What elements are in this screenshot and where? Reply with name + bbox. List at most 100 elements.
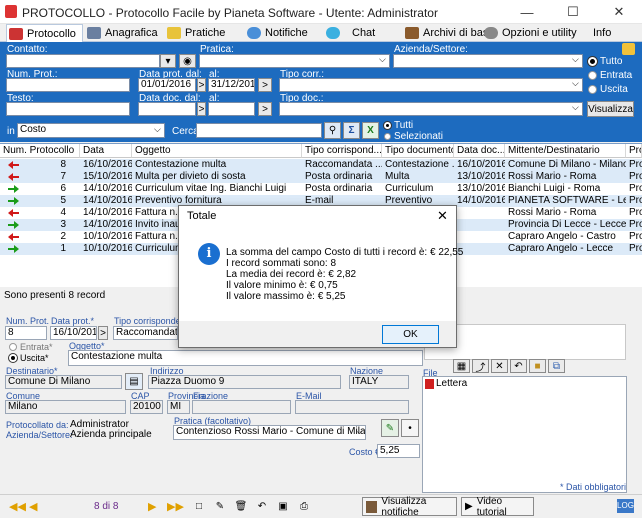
search-input[interactable] [196,123,322,138]
tipo-corr-select[interactable] [279,78,583,92]
menu-protocollo[interactable]: Protocollo [6,24,83,42]
destinatario-field[interactable]: Comune Di Milano [5,375,122,389]
menu-opzioni[interactable]: Opzioni e utility [484,24,577,42]
table-cell: Capraro Angelo - Castro [508,231,616,242]
num-prot-input[interactable] [6,78,130,92]
data-doc-dal-picker[interactable]: > [197,102,206,116]
oggetto-field[interactable]: Contestazione multa [68,350,423,366]
data-prot-al-input[interactable]: 31/12/2016 [208,78,255,92]
last-record-icon[interactable]: ▶▶ [167,500,184,513]
next-record-icon[interactable]: ▶ [148,500,156,513]
file-item[interactable]: Lettera [436,378,467,390]
column-header[interactable]: Pro [626,144,642,158]
radio-tutto[interactable]: Tutto [588,56,622,67]
menu-anagrafica[interactable]: Anagrafica [87,24,158,42]
log-button[interactable]: LOG [617,499,634,513]
contact-card-icon[interactable]: ▤ [125,373,143,390]
menu-info[interactable]: Info [593,24,611,42]
copy-icon[interactable]: ⧉ [548,359,565,373]
prev-record-icon[interactable]: ◀ [29,500,37,513]
contatto-dropdown-button[interactable]: ▾ [160,54,176,68]
radio-entrata[interactable]: Entrata [588,70,632,81]
column-header[interactable]: Oggetto [132,144,302,158]
delete-record-icon[interactable]: 🗑 [232,498,250,515]
column-header[interactable]: Mittente/Destinatario [505,144,626,158]
edit-record-icon[interactable]: ✎ [211,498,229,515]
maximize-button[interactable]: ☐ [550,0,596,24]
contatto-input[interactable] [6,54,160,68]
column-header[interactable]: Data doc... [454,144,505,158]
frazione-field[interactable] [192,400,291,414]
data-prot-field[interactable]: 16/10/2016 [50,326,97,340]
save-record-icon[interactable]: ▣ [274,498,292,515]
data-prot-dal-picker[interactable]: > [197,78,206,92]
pratica-select[interactable]: Contenzioso Rossi Mario - Comune di Mila… [173,425,366,440]
num-prot-field[interactable]: 8 [5,326,47,340]
delete-file-icon[interactable]: ✕ [491,359,508,373]
table-row[interactable]: 6 14/10/2016 Curriculum vitae Ing. Bianchi… [0,183,642,195]
table-cell: Multa [385,171,410,182]
radio-uscita[interactable]: Uscita [588,84,628,95]
column-header[interactable]: Data [80,144,132,158]
column-header[interactable]: Tipo documento [382,144,454,158]
file-list[interactable]: Lettera [422,376,627,493]
scan-icon[interactable]: ▦ [453,359,470,373]
sum-icon[interactable]: Σ [343,122,360,139]
indirizzo-field[interactable]: Piazza Duomo 9 [148,375,341,389]
excel-icon[interactable]: X [362,122,379,139]
table-row[interactable]: 7 15/10/2016 Multa per divieto di sosta Pos… [0,171,642,183]
email-field[interactable] [295,400,409,414]
data-prot-picker[interactable]: > [98,326,108,340]
column-header[interactable]: Num. Protocollo [0,144,80,158]
column-header[interactable]: Tipo corrispond... [302,144,382,158]
binoculars-icon[interactable]: ◉ [179,54,196,68]
pratica-clear-button[interactable]: • [401,419,419,437]
costo-field[interactable]: 5,25 [377,444,420,458]
radio-entrata-form[interactable]: Entrata* [9,342,53,352]
table-cell: 2 [60,231,66,242]
add-file-icon[interactable]: ⤴ [472,359,489,374]
filter-clear-icon[interactable] [622,43,635,55]
undo-icon[interactable]: ↶ [510,359,527,373]
print-record-icon[interactable]: ⎙ [295,498,313,515]
data-doc-al-picker[interactable]: > [258,102,272,116]
table-row[interactable]: 8 16/10/2016 Contestazione multa Raccomanda… [0,159,642,171]
chevron-down-icon: ⌵ [154,124,161,134]
tipo-doc-select[interactable] [279,102,583,116]
record-count-status: Sono presenti 8 record [4,290,106,301]
pratica-select[interactable] [199,54,390,68]
comune-field[interactable]: Milano [5,400,126,414]
menu-notifiche[interactable]: Notifiche [247,24,308,42]
data-prot-al-picker[interactable]: > [258,78,272,92]
undo-record-icon[interactable]: ↶ [253,498,271,515]
menu-archivi[interactable]: Archivi di base [405,24,495,42]
field-select[interactable]: Costo [17,123,165,138]
data-doc-dal-input[interactable] [138,102,196,116]
radio-indicator [588,57,597,66]
search-icon[interactable]: ⚲ [324,122,341,139]
nazione-field[interactable]: ITALY [349,375,409,389]
radio-tutti[interactable]: Tutti [384,120,413,131]
visualizza-button[interactable]: Visualizza [587,101,634,117]
first-record-icon[interactable]: ◀◀ [9,500,26,513]
minimize-button[interactable]: — [504,0,550,24]
ok-button[interactable]: OK [382,325,439,344]
close-button[interactable]: ✕ [596,0,642,24]
video-tutorial-button[interactable]: ▶ Video tutorial [461,496,534,518]
testo-input[interactable] [6,102,130,116]
dialog-close-button[interactable]: ✕ [437,208,448,224]
folder-open-icon[interactable]: ■ [529,359,546,373]
tipo-corr-field[interactable]: Raccomandata A [113,326,178,340]
azienda-select[interactable] [393,54,583,68]
new-record-icon[interactable]: □ [190,498,208,515]
radio-selezionati[interactable]: Selezionati [384,131,443,142]
radio-uscita-form[interactable]: Uscita* [9,353,49,363]
cap-field[interactable]: 20100 [130,400,163,414]
data-prot-dal-input[interactable]: 01/01/2016 [138,78,196,92]
menu-chat[interactable]: Chat [326,24,375,42]
visualizza-notifiche-button[interactable]: Visualizza notifiche [362,496,457,518]
provincia-field[interactable]: MI [167,400,190,414]
menu-pratiche[interactable]: Pratiche [167,24,225,42]
data-doc-al-input[interactable] [208,102,255,116]
pratica-edit-button[interactable]: ✎ [381,419,399,437]
